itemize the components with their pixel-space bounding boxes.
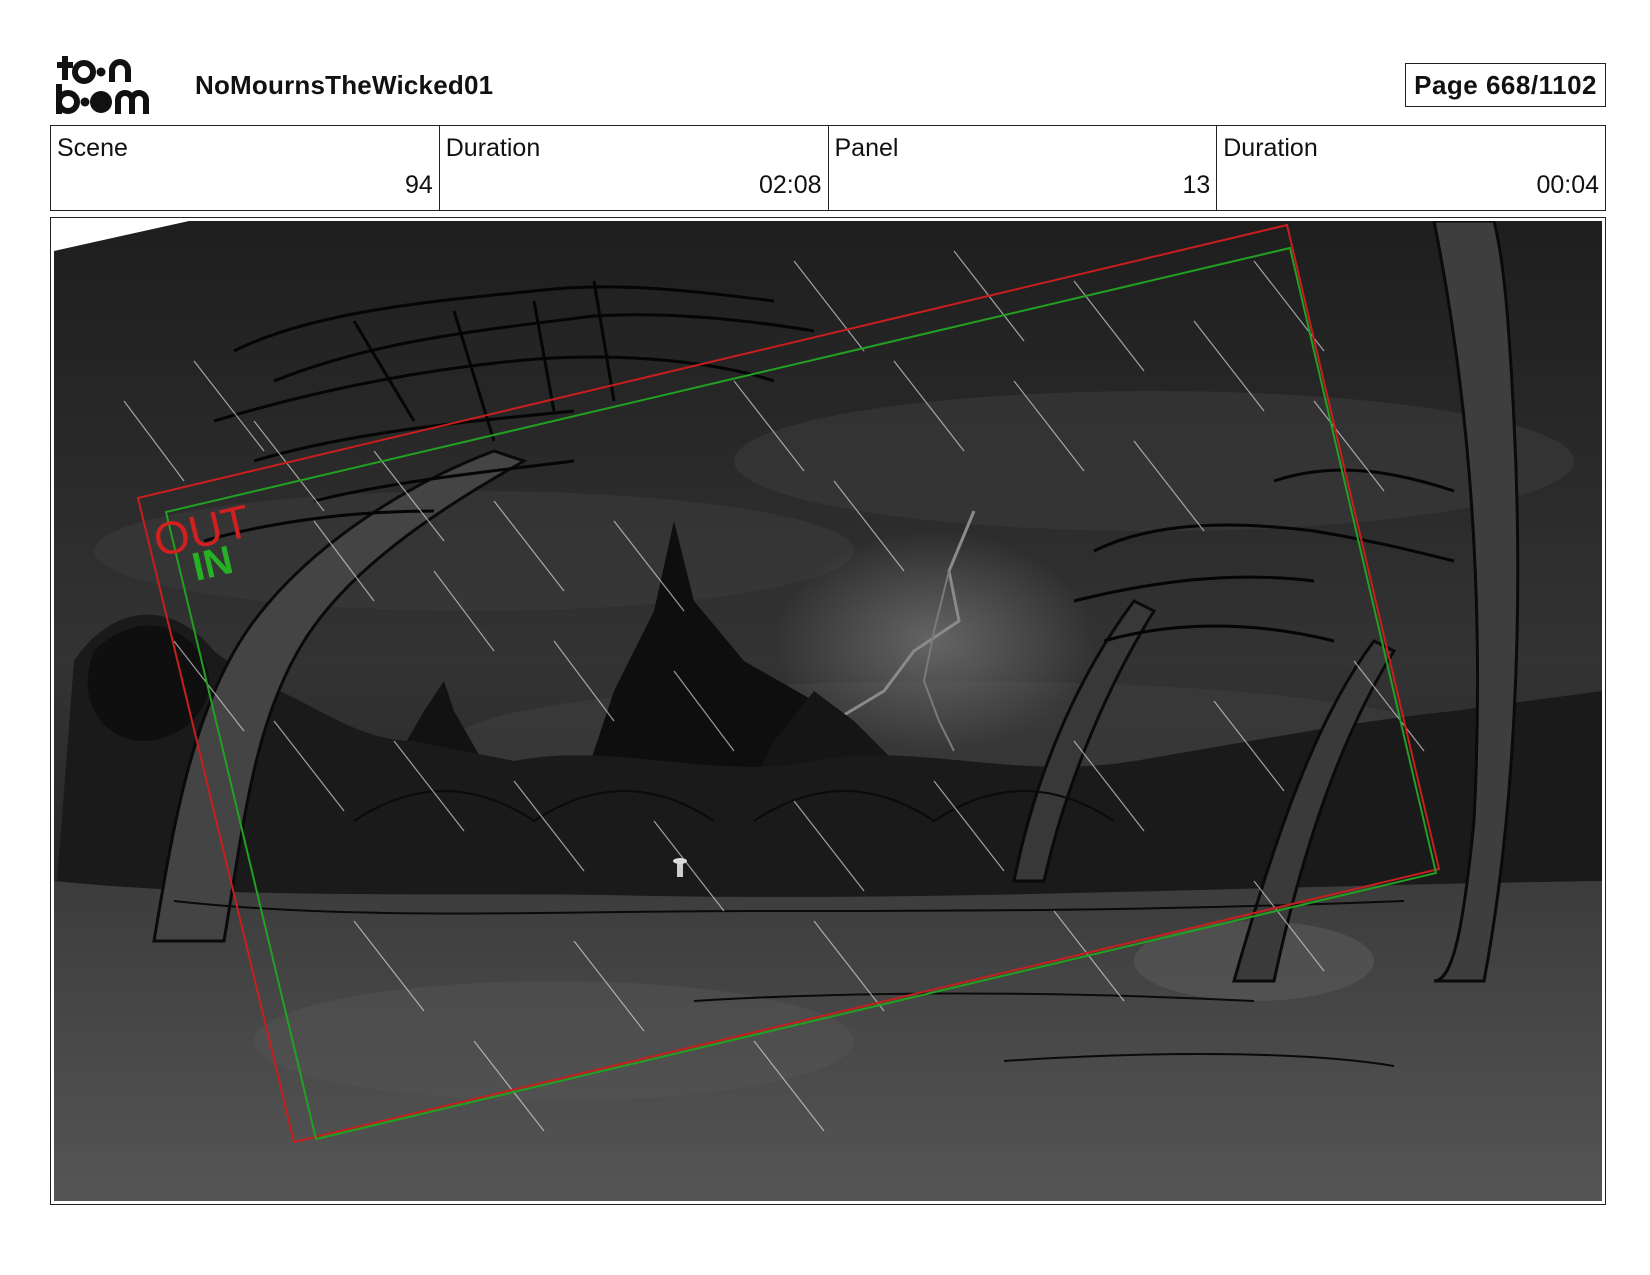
panel-duration-cell: Duration 00:04	[1217, 126, 1605, 210]
scene-duration-label: Duration	[445, 134, 541, 162]
scene-label: Scene	[57, 134, 128, 162]
scene-value: 94	[404, 171, 433, 199]
storyboard-drawing: OUT IN	[54, 221, 1602, 1201]
panel-duration-value: 00:04	[1536, 171, 1599, 199]
panel-label: Panel	[834, 134, 899, 162]
scene-duration-value: 02:08	[758, 171, 822, 199]
panel-duration-label: Duration	[1223, 134, 1318, 162]
project-title: NoMournsTheWicked01	[195, 70, 494, 100]
toon-boom-logo	[56, 56, 149, 114]
storyboard-panel: OUT IN	[50, 217, 1606, 1205]
panel-cell: Panel 13	[829, 126, 1218, 210]
panel-value: 13	[1182, 171, 1211, 199]
page-indicator: Page 668/1102	[1405, 63, 1606, 107]
scene-info-table: Scene 94 Duration 02:08 Panel 13 Duratio…	[50, 125, 1606, 211]
scene-cell: Scene 94	[51, 126, 440, 210]
scene-duration-cell: Duration 02:08	[440, 126, 829, 210]
